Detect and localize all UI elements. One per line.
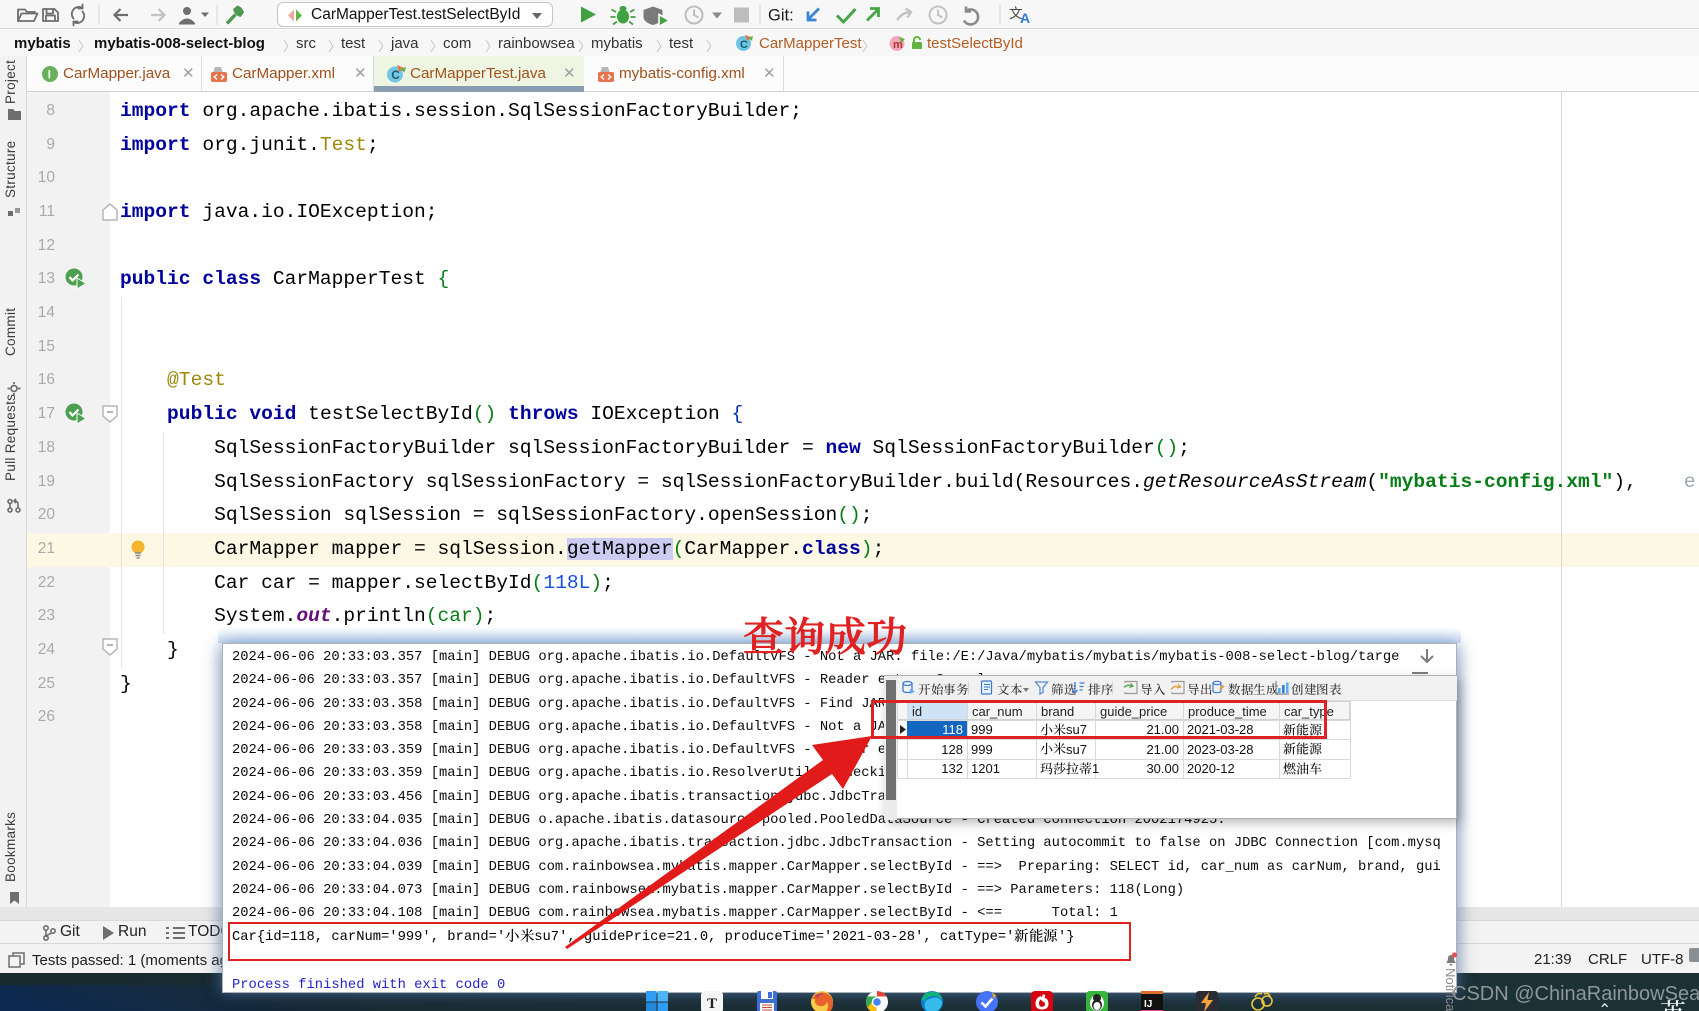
svg-text:IJ: IJ <box>1144 999 1152 1010</box>
svg-text:T: T <box>707 996 717 1011</box>
